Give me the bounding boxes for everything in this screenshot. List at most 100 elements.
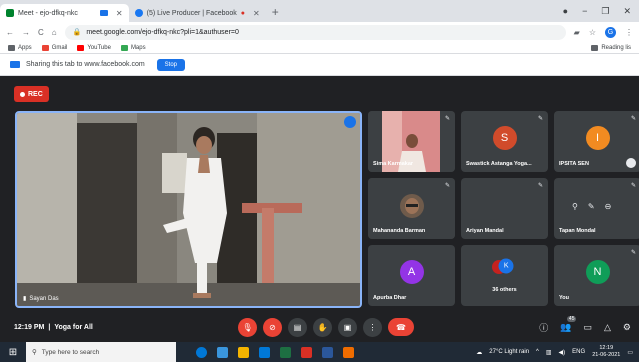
stop-sharing-button[interactable]: Stop [156,58,186,71]
reload-icon[interactable]: C [38,28,44,37]
menu-icon[interactable]: ⋮ [625,28,633,37]
camera-permission-icon[interactable]: ▰ [574,28,580,37]
excel-icon[interactable] [280,346,291,358]
end-call-button[interactable]: ☎ [388,318,414,336]
tab-facebook[interactable]: (5) Live Producer | Facebook ● ✕ [129,4,266,22]
forward-icon[interactable]: → [22,28,30,37]
tile-hover-actions: ⚲ ✎ ⊖ [572,202,611,211]
mute-icon[interactable]: ✎ [588,202,595,211]
participant-name: Ariyan Mandal [466,228,504,234]
people-button[interactable]: 👥 45 [560,315,577,333]
weather-icon: ☁ [476,349,483,356]
bookmark-apps[interactable]: Apps [8,44,32,51]
activities-icon[interactable]: △ [604,322,611,333]
minimize-icon[interactable]: − [582,6,587,16]
mic-toggle-button[interactable]: 🎙 [238,317,257,337]
participant-tile[interactable]: ✎ Sima Karmakar [368,111,455,172]
tab-title: Meet - ejo-dfkq-nkc [18,9,78,17]
host-controls-icon[interactable]: ⚙ [623,322,631,333]
reading-list[interactable]: Reading lis [591,44,631,51]
bookmark-youtube[interactable]: YouTube [77,44,111,51]
meeting-time: 12:19 PM [14,323,45,331]
network-icon[interactable]: ▥ [546,349,552,356]
youtube-icon [77,44,85,51]
toolbar-actions: ▰ ☆ G ⋮ [574,26,633,38]
others-count: 36 others [492,287,517,293]
pin-icon[interactable]: ⚲ [572,202,578,211]
address-bar[interactable]: 🔒 meet.google.com/ejo-dfkq-nkc?pli=1&aut… [64,24,566,40]
windows-taskbar: ⊞ ⚲ Type here to search ☁ 27°C Light rai… [0,342,639,362]
bookmark-label: Apps [18,44,32,51]
meeting-info: 12:19 PM | Yoga for All [14,324,93,331]
yoga-video-frame [17,113,360,306]
taskbar-search[interactable]: ⚲ Type here to search [26,342,176,362]
acrobat-icon[interactable] [301,346,312,358]
language-indicator[interactable]: ENG [572,349,585,355]
task-view-icon[interactable] [217,346,228,358]
participant-tile[interactable]: ✎ I IPSITA SEN [554,111,639,172]
weather-text[interactable]: 27°C Light rain [489,349,529,355]
close-window-icon[interactable]: ✕ [623,6,631,17]
more-options-button[interactable]: ⋮ [363,317,382,337]
meet-control-bar: 12:19 PM | Yoga for All 🎙 ⊘ ▤ ✋ ▣ ⋮ ☎ ⓘ … [0,312,639,342]
maps-icon [120,44,128,51]
participant-tile[interactable]: A Apurba Dhar [368,245,455,306]
star-icon[interactable]: ☆ [589,28,596,37]
mic-off-icon: ✎ [630,250,636,256]
url-text: meet.google.com/ejo-dfkq-nkc?pli=1&authu… [86,28,239,36]
participant-tile[interactable]: ✎ Ariyan Mandal [461,178,548,239]
file-explorer-icon[interactable] [238,346,249,358]
participant-avatar: I [585,125,610,150]
main-video-tile[interactable]: ▮ Sayan Das [15,111,362,308]
recording-dot-icon: ● [240,9,245,17]
captions-button[interactable]: ▤ [288,317,307,337]
bookmark-maps[interactable]: Maps [120,44,146,51]
pin-icon[interactable] [344,116,356,128]
mail-icon[interactable] [259,346,270,358]
share-text: Sharing this tab to www.facebook.com [26,61,145,68]
info-icon[interactable]: ⓘ [539,321,548,334]
chat-icon[interactable]: ▭ [583,322,592,333]
mic-off-icon: ✎ [537,183,543,189]
windows-start-icon[interactable]: ⊞ [0,347,26,358]
self-tile[interactable]: ✎ N You [554,245,639,306]
profile-avatar[interactable]: G [605,26,616,38]
vlc-icon[interactable] [343,346,354,358]
present-button[interactable]: ▣ [338,317,357,337]
account-dot-icon[interactable]: ● [563,6,568,16]
taskbar-clock[interactable]: 12:19 21-06-2021 [592,345,620,359]
notifications-icon[interactable]: ▭ [627,349,633,356]
apps-grid-icon [8,44,15,51]
window-controls: ● − ❐ ✕ [563,0,639,22]
main-speaker-name: Sayan Das [29,295,59,302]
edge-icon[interactable] [196,346,207,358]
system-tray: ☁ 27°C Light rain ^ ▥ ◀) ENG 12:19 21-06… [476,345,639,359]
participant-tile[interactable]: ✎ S Swastick Astanga Yoga... [461,111,548,172]
bookmark-gmail[interactable]: Gmail [41,44,67,51]
new-tab-button[interactable]: + [266,5,285,22]
remove-icon[interactable]: ⊖ [605,202,612,211]
tab-meet[interactable]: Meet - ejo-dfkq-nkc ✕ [0,4,129,22]
close-tab-icon[interactable]: ✕ [253,9,260,18]
mic-off-icon: ✎ [444,183,450,189]
tray-chevron-icon[interactable]: ^ [536,349,539,355]
participant-tile[interactable]: ✎ ⚲ ✎ ⊖ Tapan Mondal [554,178,639,239]
word-icon[interactable] [322,346,333,358]
camera-toggle-button[interactable]: ⊘ [263,317,282,337]
call-controls: 🎙 ⊘ ▤ ✋ ▣ ⋮ ☎ [238,317,414,337]
maximize-icon[interactable]: ❐ [601,6,609,17]
rec-label: REC [28,90,43,98]
mic-off-icon: ✎ [537,116,543,122]
mic-off-icon: ✎ [630,116,636,122]
meeting-name: Yoga for All [54,323,93,331]
participant-tile[interactable]: ✎ Mahananda Barman [368,178,455,239]
separator: | [48,323,51,331]
mic-off-icon: ✎ [444,116,450,122]
back-icon[interactable]: ← [6,28,14,37]
close-tab-icon[interactable]: ✕ [116,9,123,18]
mic-off-icon: ▮ [23,296,27,302]
raise-hand-button[interactable]: ✋ [313,317,332,337]
volume-icon[interactable]: ◀) [559,349,566,356]
others-tile[interactable]: K 36 others [461,245,548,306]
home-icon[interactable]: ⌂ [52,28,57,37]
